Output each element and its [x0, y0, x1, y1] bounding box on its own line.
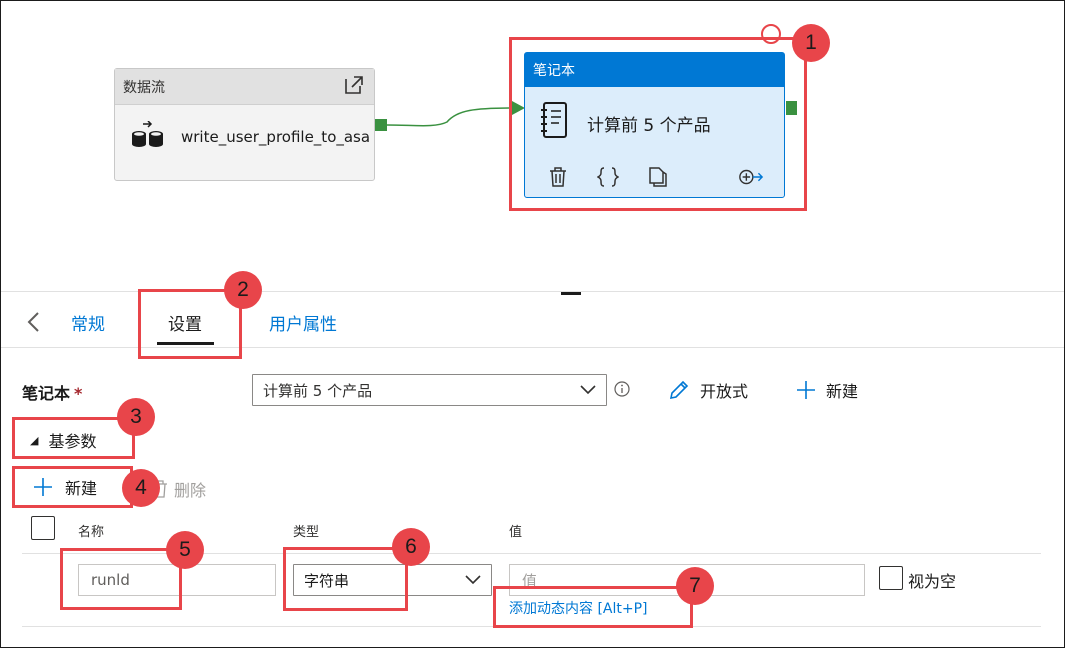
treat-as-null-checkbox[interactable] [879, 566, 903, 590]
dataflow-header: 数据流 [115, 69, 374, 105]
callout-box-4 [12, 466, 133, 508]
chevron-down-icon [580, 381, 596, 399]
callout-box-5 [60, 548, 182, 610]
column-header-name: 名称 [78, 525, 105, 540]
callout-badge-2: 2 [224, 271, 262, 309]
dataflow-name: write_user_profile_to_asa [181, 128, 371, 146]
callout-badge-4: 4 [122, 469, 160, 507]
callout-badge-1: 1 [792, 24, 830, 62]
panel-resize-grip[interactable] [561, 292, 581, 295]
column-header-type: 类型 [293, 525, 320, 540]
callout-box-6 [283, 547, 408, 611]
new-notebook-label: 新建 [826, 382, 859, 401]
callout-badge-7: 7 [676, 567, 714, 605]
notebook-select-value: 计算前 5 个产品 [263, 381, 373, 400]
notebook-field-label: 笔记本 * [22, 380, 82, 404]
delete-parameter-label: 删除 [174, 481, 207, 500]
open-external-icon[interactable] [342, 73, 366, 101]
column-header-value: 值 [509, 525, 523, 540]
open-notebook-label: 开放式 [700, 382, 749, 401]
tab-general[interactable]: 常规 [71, 310, 105, 335]
new-notebook-button[interactable]: 新建 [796, 378, 858, 402]
callout-box-3 [12, 417, 135, 459]
select-all-checkbox[interactable] [31, 516, 55, 540]
info-icon[interactable] [614, 381, 630, 397]
pencil-icon [669, 380, 689, 400]
dataflow-icon [131, 120, 165, 153]
treat-as-null-label: 视为空 [908, 572, 957, 591]
open-notebook-button[interactable]: 开放式 [668, 378, 748, 402]
activity-connector [386, 101, 525, 127]
notebook-select[interactable]: 计算前 5 个产品 [252, 374, 607, 406]
notebook-label-text: 笔记本 [22, 384, 71, 403]
callout-box-7 [493, 586, 693, 628]
callout-box-1 [509, 37, 807, 211]
callout-badge-3: 3 [117, 398, 155, 436]
dataflow-activity[interactable]: 数据流 write_user_profile_to_asa [114, 68, 375, 181]
required-mark: * [74, 384, 83, 403]
chevron-left-icon[interactable] [25, 310, 43, 334]
dataflow-header-label: 数据流 [123, 79, 165, 96]
chevron-down-icon [465, 571, 481, 589]
callout-badge-5: 5 [166, 531, 204, 569]
plus-icon [797, 381, 815, 399]
delete-parameter-button[interactable]: 删除 [152, 477, 206, 501]
tab-user-properties[interactable]: 用户属性 [269, 310, 337, 335]
callout-badge-6: 6 [392, 528, 430, 566]
